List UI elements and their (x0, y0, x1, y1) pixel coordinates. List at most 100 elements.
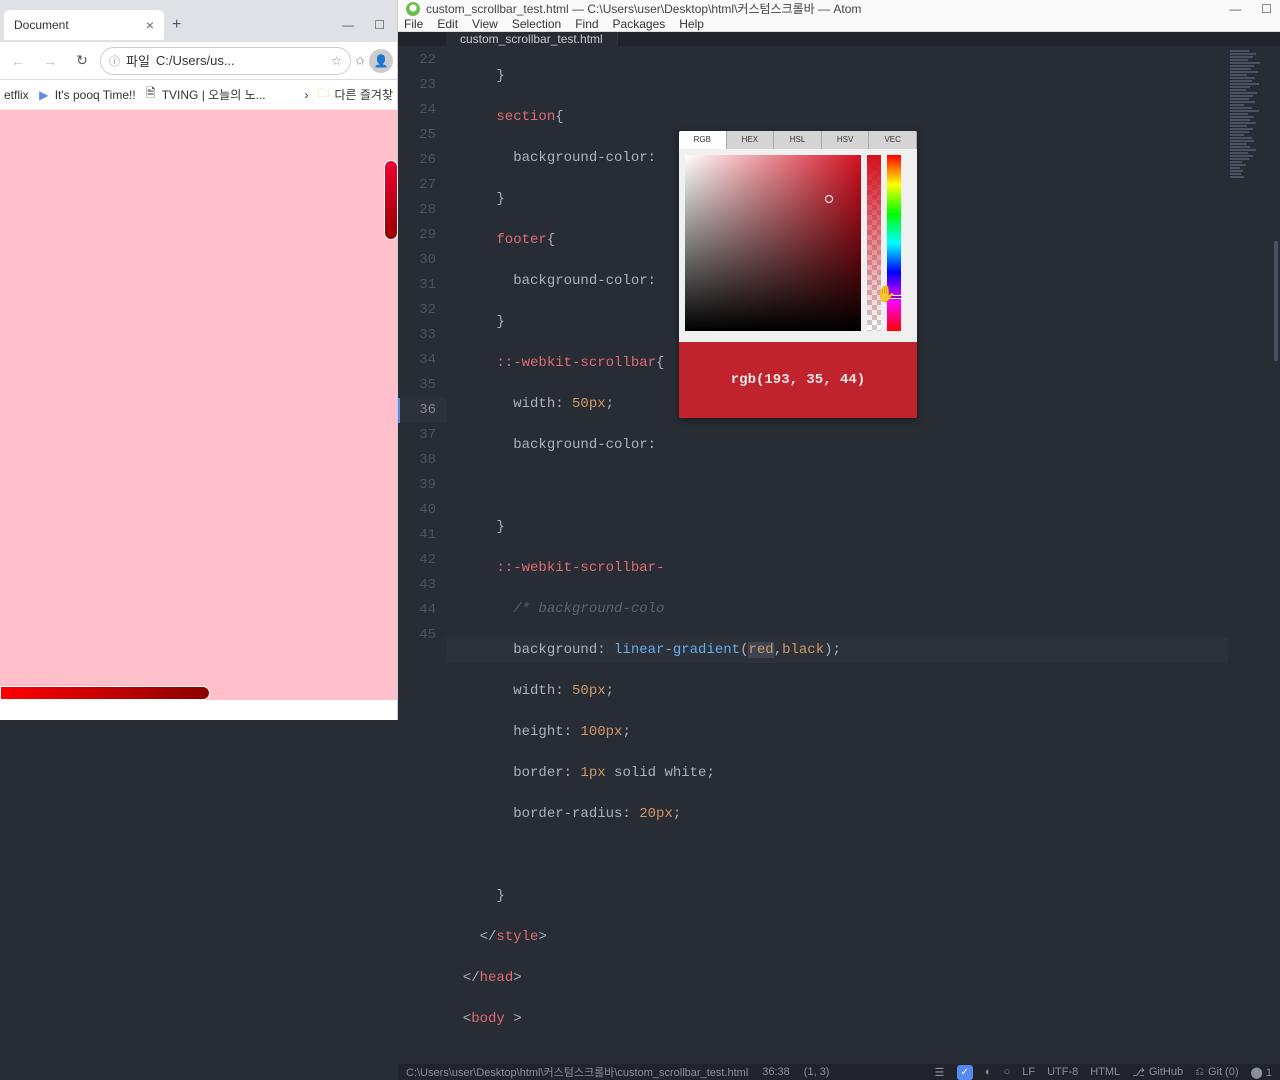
window-controls: — ☐ (1229, 2, 1272, 16)
minimize-icon[interactable]: — (1229, 2, 1241, 16)
custom-scrollbar-vertical[interactable] (384, 160, 398, 240)
line-number[interactable]: 43 (398, 573, 446, 598)
line-number[interactable]: 38 (398, 448, 446, 473)
github-icon: ⎇ (1132, 1066, 1145, 1079)
avatar[interactable]: 👤 (369, 49, 393, 73)
chevron-right-icon: › (304, 88, 308, 102)
line-number[interactable]: 34 (398, 348, 446, 373)
cursor-position[interactable]: 36:38 (762, 1066, 790, 1078)
notifications-count[interactable]: ⬤ 1 (1251, 1066, 1273, 1079)
mouse-cursor-icon: ✋ (876, 284, 896, 304)
tab-hex[interactable]: HEX (727, 131, 775, 149)
url-scheme: 파일 (126, 51, 150, 70)
line-number[interactable]: 31 (398, 273, 446, 298)
address-bar: ← → ↻ ⓘ 파일 C:/Users/us... ☆ ✩ 👤 (0, 42, 397, 80)
line-number[interactable]: 27 (398, 173, 446, 198)
line-number[interactable]: 37 (398, 423, 446, 448)
line-number[interactable]: 33 (398, 323, 446, 348)
status-badge[interactable]: ✓ (957, 1065, 973, 1080)
star-icon[interactable]: ☆ (331, 54, 342, 68)
bookmark-overflow[interactable]: › (304, 88, 308, 102)
selection-count: (1, 3) (804, 1066, 830, 1078)
line-number[interactable]: 40 (398, 498, 446, 523)
line-number[interactable]: 44 (398, 598, 446, 623)
github-status[interactable]: ⎇GitHub (1132, 1066, 1183, 1079)
line-number[interactable]: 23 (398, 73, 446, 98)
info-icon[interactable]: ⓘ (109, 53, 120, 69)
menu-packages[interactable]: Packages (613, 17, 666, 31)
color-picker: RGB HEX HSL HSV VEC rgb(193, 35, 44) (679, 131, 917, 418)
minimap-scrollbar[interactable] (1274, 241, 1278, 361)
line-number[interactable]: 25 (398, 123, 446, 148)
line-number[interactable]: 24 (398, 98, 446, 123)
tab-hsl[interactable]: HSL (774, 131, 822, 149)
line-number[interactable]: 29 (398, 223, 446, 248)
bookmark-item[interactable]: ▶It's pooq Time!! (37, 88, 136, 102)
picker-result[interactable]: rgb(193, 35, 44) (679, 342, 917, 418)
url-input[interactable]: ⓘ 파일 C:/Users/us... ☆ (100, 47, 351, 75)
line-number[interactable]: 22 (398, 48, 446, 73)
url-path: C:/Users/us... (156, 53, 235, 68)
editor-tab[interactable]: custom_scrollbar_test.html (446, 32, 618, 46)
status-bar: C:\Users\user\Desktop\html\커스텀스크롤바\custo… (398, 1064, 1280, 1080)
line-number[interactable]: 42 (398, 548, 446, 573)
tab-rgb[interactable]: RGB (679, 131, 727, 149)
new-tab-button[interactable]: + (164, 16, 189, 34)
line-number[interactable]: 26 (398, 148, 446, 173)
reading-list-icon[interactable]: ✩ (355, 54, 365, 68)
browser-window: Document × + — ☐ ← → ↻ ⓘ 파일 C:/Users/us.… (0, 0, 398, 720)
bookmark-item[interactable]: etflix (4, 88, 29, 102)
window-title: custom_scrollbar_test.html — C:\Users\us… (426, 0, 861, 17)
bookmark-item[interactable]: 🗎TVING | 오늘의 노... (144, 86, 266, 103)
git-status[interactable]: ⎌Git (0) (1195, 1066, 1238, 1079)
status-icon[interactable]: ☰ (935, 1066, 945, 1079)
line-ending[interactable]: LF (1022, 1066, 1035, 1078)
atom-titlebar: ⬢ custom_scrollbar_test.html — C:\Users\… (398, 0, 1280, 17)
line-number[interactable]: 41 (398, 523, 446, 548)
line-number[interactable]: 39 (398, 473, 446, 498)
forward-button[interactable]: → (36, 47, 64, 75)
menu-find[interactable]: Find (575, 17, 598, 31)
maximize-icon[interactable]: ☐ (374, 18, 385, 32)
saturation-value-canvas[interactable] (685, 155, 861, 331)
line-number[interactable]: 32 (398, 298, 446, 323)
tab-hsv[interactable]: HSV (822, 131, 870, 149)
play-icon: ▶ (37, 88, 51, 102)
bookmark-folder[interactable]: 🗀다른 즐겨찾 (316, 86, 393, 103)
minimap[interactable] (1228, 46, 1280, 1064)
back-button[interactable]: ← (4, 47, 32, 75)
page-icon: 🗎 (144, 88, 158, 102)
line-number[interactable]: 45 (398, 623, 446, 648)
menu-edit[interactable]: Edit (437, 17, 458, 31)
minimize-icon[interactable]: — (342, 18, 354, 32)
menu-file[interactable]: File (404, 17, 423, 31)
gutter: 22 23 24 25 26 27 28 29 30 31 32 33 34 3… (398, 46, 446, 1064)
status-filepath[interactable]: C:\Users\user\Desktop\html\커스텀스크롤바\custo… (406, 1064, 748, 1080)
window-controls: — ☐ (342, 18, 397, 32)
sv-cursor[interactable] (825, 195, 833, 203)
reload-button[interactable]: ↻ (68, 47, 96, 75)
menu-selection[interactable]: Selection (512, 17, 561, 31)
line-number[interactable]: 30 (398, 248, 446, 273)
close-icon[interactable]: × (146, 17, 154, 33)
bookmarks-bar: etflix ▶It's pooq Time!! 🗎TVING | 오늘의 노.… (0, 80, 397, 110)
picker-body (679, 149, 917, 342)
browser-tab[interactable]: Document × (4, 10, 164, 40)
custom-scrollbar-thumb[interactable] (0, 686, 210, 700)
git-branch-icon: ⎌ (1195, 1066, 1204, 1079)
line-number[interactable]: 35 (398, 373, 446, 398)
line-number[interactable]: 28 (398, 198, 446, 223)
tab-vec[interactable]: VEC (869, 131, 917, 149)
alpha-slider[interactable] (867, 155, 881, 331)
menu-bar: File Edit View Selection Find Packages H… (398, 17, 1280, 32)
line-number[interactable]: 36 (398, 398, 446, 423)
menu-help[interactable]: Help (679, 17, 704, 31)
picker-format-tabs: RGB HEX HSL HSV VEC (679, 131, 917, 149)
status-icon[interactable]: ○ (1004, 1066, 1011, 1078)
maximize-icon[interactable]: ☐ (1261, 2, 1272, 16)
status-icon[interactable]: ◐ (985, 1066, 992, 1078)
hue-slider[interactable] (887, 155, 901, 331)
menu-view[interactable]: View (472, 17, 498, 31)
grammar[interactable]: HTML (1090, 1066, 1120, 1078)
encoding[interactable]: UTF-8 (1047, 1066, 1078, 1078)
